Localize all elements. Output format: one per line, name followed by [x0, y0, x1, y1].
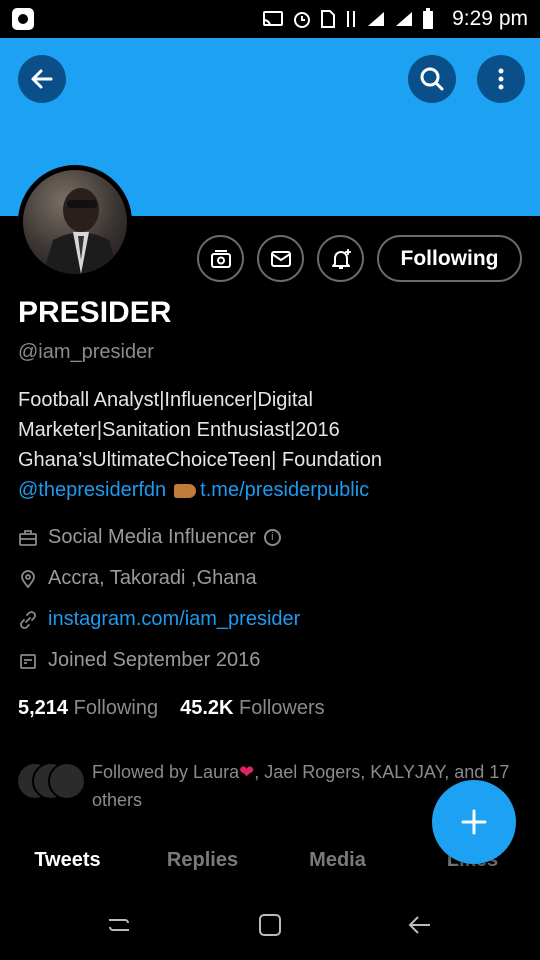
back-button[interactable] — [18, 55, 66, 103]
avatar-photo — [23, 170, 127, 274]
followed-by-prefix: Followed by Laura — [92, 762, 240, 782]
profile-handle: @iam_presider — [18, 341, 154, 363]
signal-icon — [396, 12, 412, 26]
status-icons — [262, 8, 434, 30]
plus-icon — [461, 809, 487, 835]
link-icon — [20, 610, 36, 629]
arrow-left-icon — [31, 69, 53, 89]
bio-line: Ghana’sUltimateChoiceTeen| Foundation — [18, 449, 382, 471]
tip-jar-icon — [210, 249, 231, 268]
status-time: 9:29 pm — [452, 7, 528, 30]
home-icon — [259, 914, 281, 936]
sim-icon — [321, 10, 335, 28]
follow-counts: 5,214 Following 45.2K Followers — [18, 697, 325, 720]
recents-button[interactable] — [104, 910, 134, 940]
calendar-icon — [20, 653, 36, 669]
data-icon — [347, 11, 355, 27]
avatar[interactable] — [18, 165, 132, 279]
signal-icon — [368, 12, 384, 26]
compose-tweet-button[interactable] — [432, 780, 516, 864]
bio-line: Marketer|Sanitation Enthusiast|2016 — [18, 419, 340, 441]
back-arrow-icon — [408, 916, 430, 934]
system-nav-bar — [0, 890, 540, 960]
tip-jar-button[interactable] — [197, 235, 244, 282]
followers-label: Followers — [239, 697, 325, 719]
profile-website: instagram.com/iam_presider — [18, 608, 300, 631]
heart-icon: ❤ — [239, 762, 255, 782]
followers-count: 45.2K — [180, 697, 234, 719]
profile-bio: Football Analyst|Influencer|Digital Mark… — [18, 385, 518, 505]
following-label: Following — [73, 697, 159, 719]
notify-button[interactable] — [317, 235, 364, 282]
battery-icon — [423, 8, 433, 29]
status-bar: 9:29 pm — [0, 0, 540, 38]
message-button[interactable] — [257, 235, 304, 282]
profile-location: Accra, Takoradi ,Ghana — [18, 567, 257, 590]
tab-replies[interactable]: Replies — [135, 840, 270, 880]
avatar — [48, 762, 86, 800]
cast-icon — [263, 11, 283, 27]
more-button[interactable] — [477, 55, 525, 103]
profile-name: PRESIDER — [18, 296, 172, 329]
followers-count-link[interactable]: 45.2K Followers — [180, 697, 325, 720]
more-vertical-icon — [498, 68, 504, 90]
tab-tweets[interactable]: Tweets — [0, 840, 135, 880]
bio-line: @thepresiderfdn t.me/presiderpublic — [18, 475, 518, 505]
search-icon — [420, 67, 444, 91]
app-notification-icon — [12, 8, 34, 30]
location-text: Accra, Takoradi ,Ghana — [48, 567, 257, 589]
profile-category: Social Media Influencer i — [18, 526, 281, 549]
followed-by-avatars[interactable] — [16, 762, 86, 800]
profile-joined: Joined September 2016 — [18, 649, 260, 672]
alarm-icon — [294, 12, 310, 28]
website-link[interactable]: instagram.com/iam_presider — [48, 608, 300, 631]
following-button[interactable]: Following — [377, 235, 522, 282]
info-icon[interactable]: i — [263, 529, 281, 546]
bell-plus-icon — [331, 248, 351, 269]
joined-text: Joined September 2016 — [48, 649, 261, 671]
search-button[interactable] — [408, 55, 456, 103]
bio-telegram-link[interactable]: t.me/presiderpublic — [200, 479, 369, 501]
briefcase-icon — [19, 529, 37, 546]
following-count: 5,214 — [18, 697, 69, 719]
bio-line: Football Analyst|Influencer|Digital — [18, 389, 313, 411]
following-count-link[interactable]: 5,214 Following — [18, 697, 158, 720]
envelope-icon — [270, 250, 291, 267]
home-button[interactable] — [255, 910, 285, 940]
location-pin-icon — [21, 569, 35, 588]
tab-media[interactable]: Media — [270, 840, 405, 880]
bio-mention-link[interactable]: @thepresiderfdn — [18, 479, 166, 501]
back-nav-button[interactable] — [405, 910, 435, 940]
pointing-hand-emoji-icon — [174, 483, 197, 498]
category-text: Social Media Influencer — [48, 526, 256, 548]
recents-icon — [109, 919, 129, 931]
